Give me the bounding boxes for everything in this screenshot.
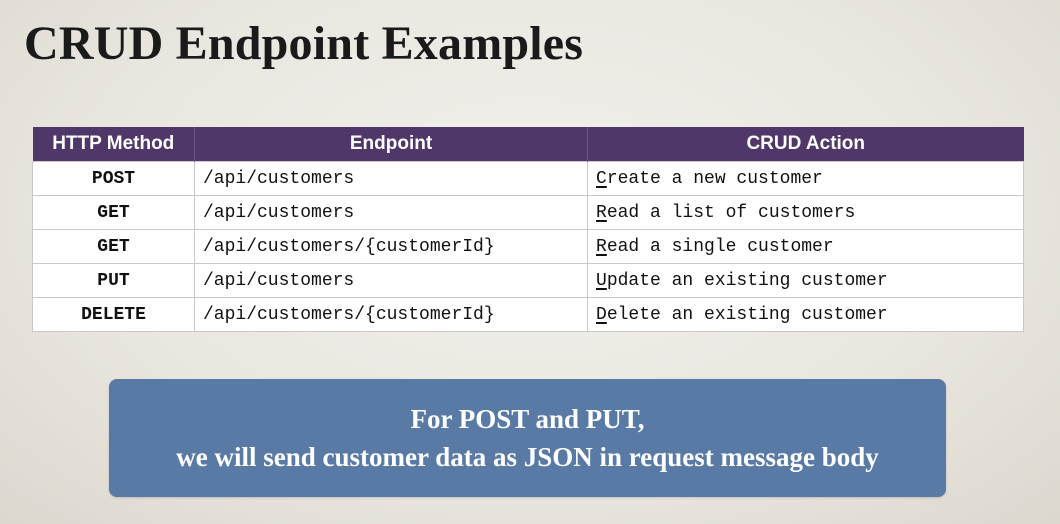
table-row: POST /api/customers Create a new custome…: [32, 161, 1024, 196]
table-row: GET /api/customers/{customerId} Read a s…: [32, 229, 1024, 264]
header-crud-action: CRUD Action: [587, 127, 1024, 162]
header-http-method: HTTP Method: [32, 127, 195, 162]
slide-title: CRUD Endpoint Examples: [24, 17, 584, 70]
action-initial: U: [596, 270, 607, 291]
note-line-1: For POST and PUT,: [410, 404, 645, 434]
action-cell: Read a single customer: [587, 229, 1024, 264]
action-initial: D: [596, 304, 607, 325]
endpoint-cell: /api/customers/{customerId}: [194, 229, 588, 264]
action-initial: R: [596, 236, 607, 257]
method-cell: GET: [32, 195, 195, 230]
action-cell: Create a new customer: [587, 161, 1024, 196]
note-line-2: we will send customer data as JSON in re…: [176, 442, 879, 472]
action-cell: Delete an existing customer: [587, 297, 1024, 332]
action-text: pdate an existing customer: [606, 270, 888, 291]
action-text: elete an existing customer: [606, 304, 888, 325]
header-endpoint: Endpoint: [194, 127, 588, 162]
endpoint-cell: /api/customers: [194, 195, 588, 230]
table-row: DELETE /api/customers/{customerId} Delet…: [32, 297, 1024, 332]
action-initial: C: [596, 168, 607, 189]
endpoint-cell: /api/customers/{customerId}: [194, 297, 588, 332]
method-cell: PUT: [32, 263, 195, 298]
method-cell: POST: [32, 161, 195, 196]
endpoint-cell: /api/customers: [194, 161, 588, 196]
action-initial: R: [596, 202, 607, 223]
method-cell: DELETE: [32, 297, 195, 332]
crud-endpoints-table: HTTP Method Endpoint CRUD Action POST /a…: [32, 127, 1024, 332]
table-row: GET /api/customers Read a list of custom…: [32, 195, 1024, 230]
action-cell: Read a list of customers: [587, 195, 1024, 230]
table-header-row: HTTP Method Endpoint CRUD Action: [32, 127, 1024, 162]
endpoint-cell: /api/customers: [194, 263, 588, 298]
action-text: reate a new customer: [606, 168, 823, 189]
action-text: ead a single customer: [606, 236, 834, 257]
method-cell: GET: [32, 229, 195, 264]
action-cell: Update an existing customer: [587, 263, 1024, 298]
table-row: PUT /api/customers Update an existing cu…: [32, 263, 1024, 298]
action-text: ead a list of customers: [606, 202, 856, 223]
note-callout: For POST and PUT, we will send customer …: [109, 379, 946, 497]
